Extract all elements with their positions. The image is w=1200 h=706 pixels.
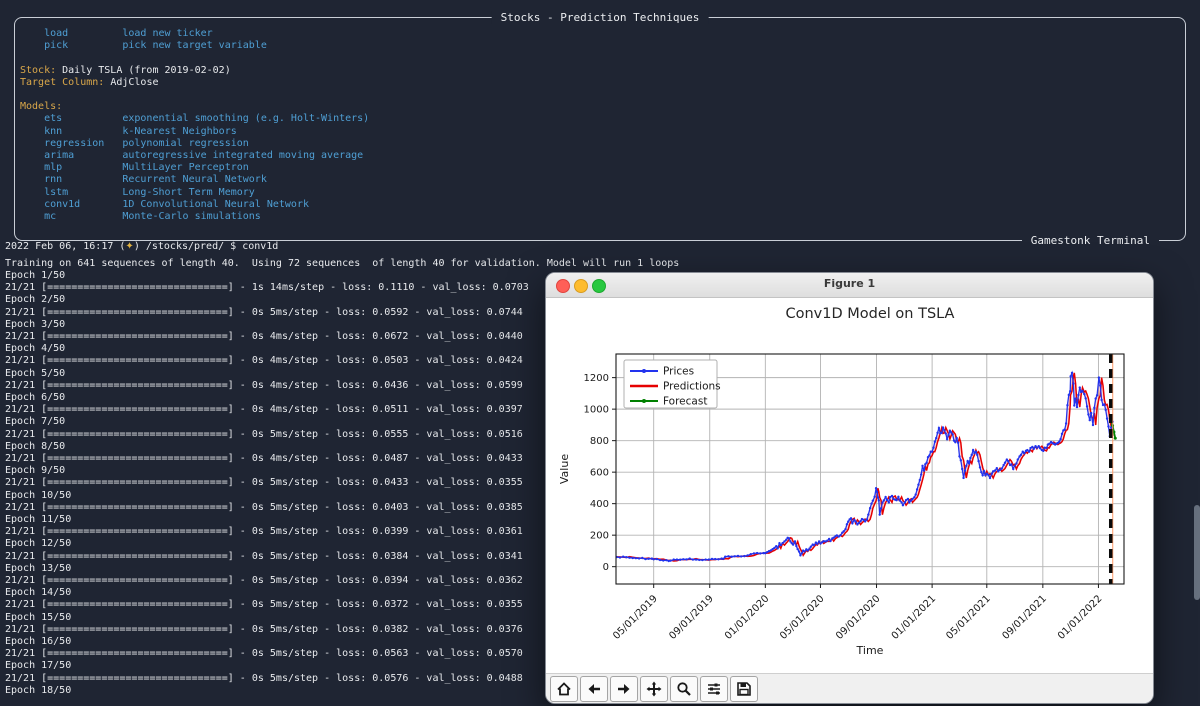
terminal-line: [20, 89, 1181, 101]
terminal-line: arima autoregressive integrated moving a…: [20, 150, 1181, 162]
svg-text:05/01/2019: 05/01/2019: [611, 593, 660, 642]
figure-window-title: Figure 1: [546, 277, 1153, 290]
subplots-icon: [706, 681, 722, 697]
svg-text:Prices: Prices: [663, 366, 694, 378]
terminal-line: ets exponential smoothing (e.g. Holt-Win…: [20, 113, 1181, 125]
terminal-scrollbar-thumb[interactable]: [1194, 505, 1200, 600]
svg-text:Conv1D Model on TSLA: Conv1D Model on TSLA: [786, 306, 955, 322]
svg-text:600: 600: [590, 468, 609, 479]
prompt-command: conv1d: [242, 241, 278, 252]
gamestonk-terminal-screen: Stocks - Prediction Techniques Gamestonk…: [0, 0, 1200, 706]
terminal-line: load load new ticker: [20, 28, 1181, 40]
figure-toolbar: [546, 673, 1153, 703]
svg-text:200: 200: [590, 531, 609, 542]
svg-text:01/01/2022: 01/01/2022: [1056, 593, 1105, 642]
pan-icon: [646, 681, 662, 697]
terminal-line: knn k-Nearest Neighbors: [20, 126, 1181, 138]
figure-canvas[interactable]: 0 200 400 600 800 1000 1200 05/01/201909/01/201…: [546, 298, 1153, 674]
pan-button[interactable]: [640, 676, 668, 702]
svg-text:01/01/2020: 01/01/2020: [723, 593, 772, 642]
back-icon: [586, 681, 602, 697]
figure-window-titlebar[interactable]: Figure 1: [546, 273, 1153, 298]
subplots-button[interactable]: [700, 676, 728, 702]
svg-text:1000: 1000: [584, 405, 609, 416]
terminal-line: rnn Recurrent Neural Network: [20, 174, 1181, 186]
prompt-path: ) /stocks/pred/ $: [134, 241, 242, 252]
sparkle-icon: ✦: [125, 241, 133, 252]
terminal-line: Stock: Daily TSLA (from 2019-02-02): [20, 65, 1181, 77]
home-icon: [556, 681, 572, 697]
svg-text:0: 0: [603, 562, 609, 573]
svg-text:400: 400: [590, 499, 609, 510]
svg-text:09/01/2019: 09/01/2019: [667, 593, 716, 642]
forward-icon: [616, 681, 632, 697]
conv1d-chart: 0 200 400 600 800 1000 1200 05/01/201909/01/201…: [546, 298, 1153, 674]
training-summary-line: Training on 641 sequences of length 40. …: [5, 258, 1185, 270]
terminal-line: mlp MultiLayer Perceptron: [20, 162, 1181, 174]
save-button[interactable]: [730, 676, 758, 702]
menu-box-title: Stocks - Prediction Techniques: [492, 11, 709, 24]
svg-text:09/01/2021: 09/01/2021: [1000, 593, 1049, 642]
zoom-button[interactable]: [670, 676, 698, 702]
terminal-line: regression polynomial regression: [20, 138, 1181, 150]
svg-text:Forecast: Forecast: [663, 396, 707, 408]
svg-text:01/01/2021: 01/01/2021: [890, 593, 939, 642]
forward-button[interactable]: [610, 676, 638, 702]
svg-text:05/01/2021: 05/01/2021: [944, 593, 993, 642]
prompt-line: 2022 Feb 06, 16:17 (✦) /stocks/pred/ $ c…: [5, 241, 1185, 253]
terminal-line: pick pick new target variable: [20, 40, 1181, 52]
terminal-line: Models:: [20, 101, 1181, 113]
svg-text:05/01/2020: 05/01/2020: [778, 593, 827, 642]
terminal-line: conv1d 1D Convolutional Neural Network: [20, 199, 1181, 211]
home-button[interactable]: [550, 676, 578, 702]
svg-text:1200: 1200: [584, 373, 609, 384]
terminal-line: [20, 52, 1181, 64]
terminal-line: Target Column: AdjClose: [20, 77, 1181, 89]
terminal-line: lstm Long-Short Term Memory: [20, 187, 1181, 199]
svg-text:Time: Time: [856, 644, 884, 657]
zoom-icon: [676, 681, 692, 697]
terminal-line: mc Monte-Carlo simulations: [20, 211, 1181, 223]
svg-text:09/01/2020: 09/01/2020: [834, 593, 883, 642]
figure-window: Figure 1 0 200 400 600 800 1000 1200 05/01/2019…: [545, 272, 1154, 704]
svg-text:800: 800: [590, 436, 609, 447]
svg-text:Value: Value: [558, 454, 571, 484]
back-button[interactable]: [580, 676, 608, 702]
menu-box: Stocks - Prediction Techniques Gamestonk…: [14, 17, 1186, 241]
save-icon: [736, 681, 752, 697]
svg-text:Predictions: Predictions: [663, 381, 721, 393]
menu-content: load load new ticker pick pick new targe…: [20, 28, 1181, 223]
chart-legend: Prices Predictions Forecast: [624, 360, 721, 408]
prompt-datetime: 2022 Feb 06, 16:17 (: [5, 241, 125, 252]
